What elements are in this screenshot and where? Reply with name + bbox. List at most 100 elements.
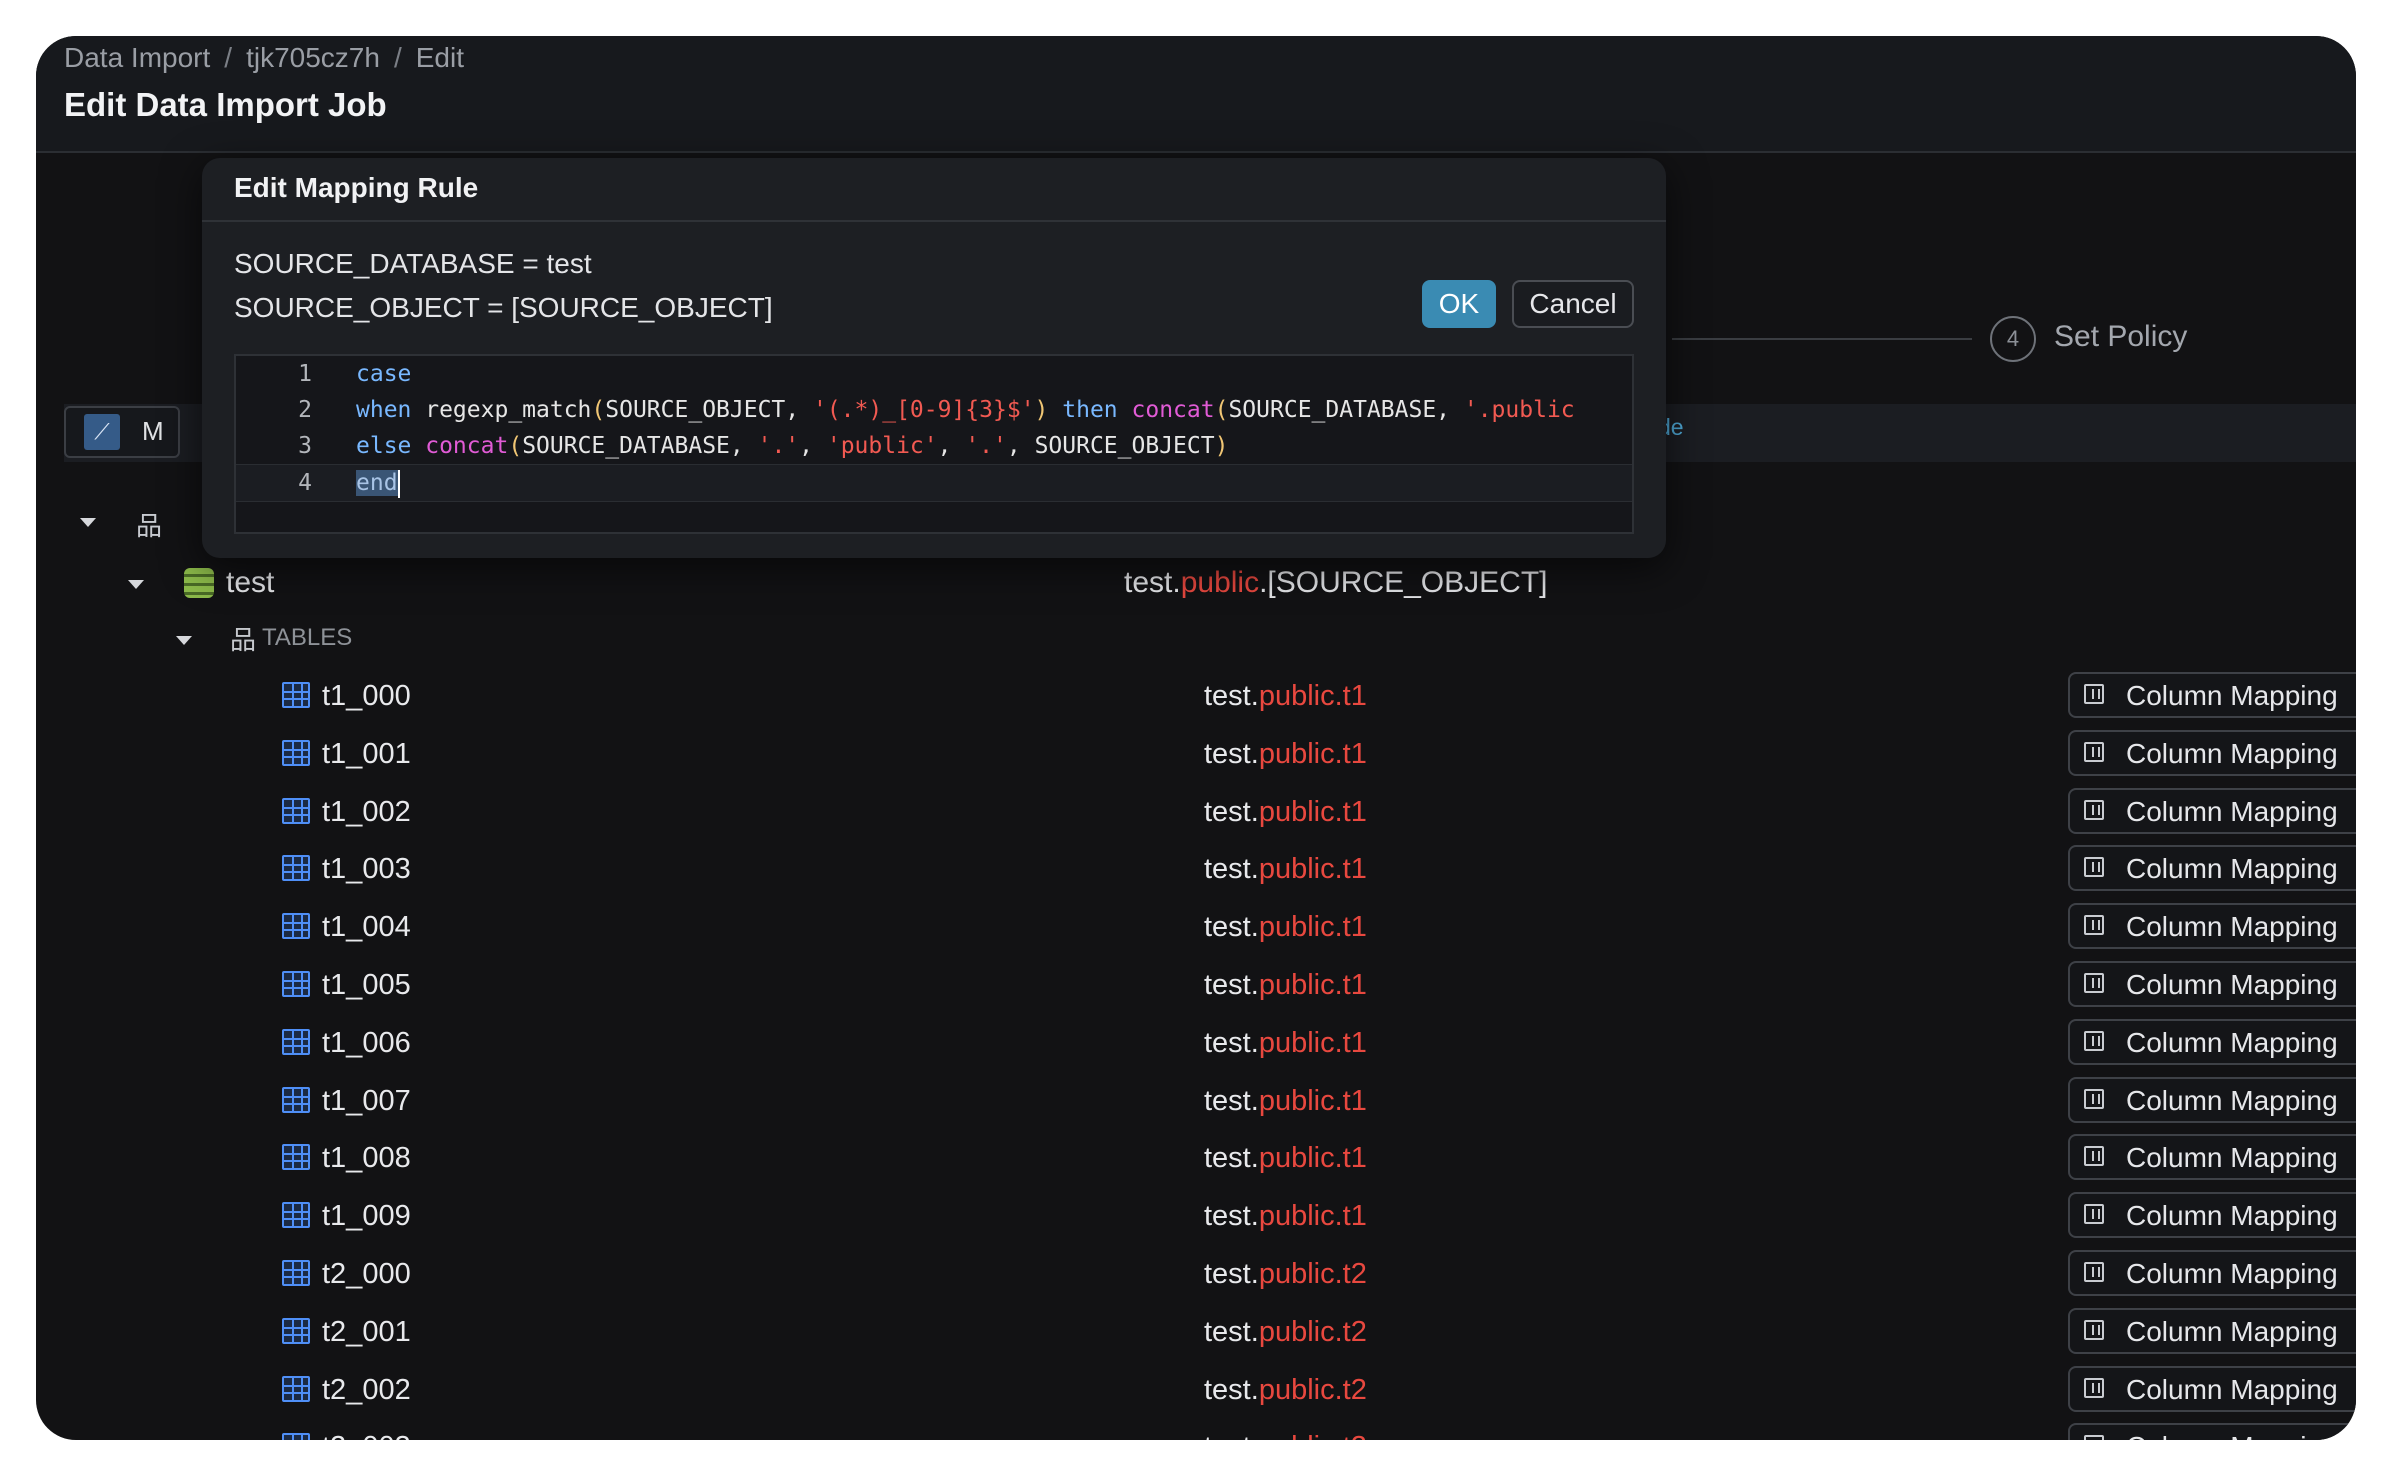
target-db: test. xyxy=(1204,1142,1259,1175)
column-mapping-button[interactable]: Column Mapping xyxy=(2068,1423,2356,1440)
column-mapping-button[interactable]: Column Mapping xyxy=(2068,1250,2356,1296)
tables-folder-row[interactable]: 品 TABLES xyxy=(36,612,2356,662)
column-mapping-icon xyxy=(2084,1146,2104,1167)
column-mapping-button[interactable]: Column Mapping xyxy=(2068,787,2356,834)
database-row[interactable]: test test.public.[SOURCE_OBJECT] xyxy=(36,558,2356,608)
app-window: Data Import / tjk705cz7h / Edit Edit Dat… xyxy=(36,36,2356,1440)
code-token: SOURCE_OBJECT, xyxy=(605,397,813,423)
column-mapping-icon xyxy=(2084,1030,2104,1051)
table-row[interactable]: t1_002 test.public.t1 Column Mapping xyxy=(36,784,2356,840)
mysql-source-label: M xyxy=(142,416,164,446)
table-row[interactable]: t2_002 test.public.t2 Column Mapping xyxy=(36,1362,2356,1418)
column-mapping-button[interactable]: Column Mapping xyxy=(2068,729,2356,776)
table-row[interactable]: t1_004 test.public.t1 Column Mapping xyxy=(36,899,2356,955)
column-mapping-icon xyxy=(2084,1088,2104,1109)
code-token: then xyxy=(1048,397,1118,423)
table-row[interactable]: t1_006 test.public.t1 Column Mapping xyxy=(36,1015,2356,1071)
hierarchy-icon: 品 xyxy=(136,511,163,541)
root-expand-caret[interactable] xyxy=(80,518,96,527)
column-mapping-label: Column Mapping xyxy=(2126,680,2338,711)
target-table: test.public.t2 xyxy=(1204,1258,1367,1291)
source-table-name: t1_004 xyxy=(322,911,411,944)
table-row[interactable]: t2_001 test.public.t2 Column Mapping xyxy=(36,1304,2356,1360)
column-mapping-button[interactable]: Column Mapping xyxy=(2068,672,2356,718)
breadcrumb-separator: / xyxy=(393,42,402,73)
column-mapping-button[interactable]: Column Mapping xyxy=(2068,1365,2356,1412)
target-db: test. xyxy=(1204,1315,1259,1348)
target-table: test.public.t1 xyxy=(1204,1085,1367,1118)
column-mapping-icon xyxy=(2084,1204,2104,1225)
column-mapping-button[interactable]: Column Mapping xyxy=(2068,1192,2356,1239)
column-mapping-button[interactable]: Column Mapping xyxy=(2068,1134,2356,1181)
code-token: '.' xyxy=(965,433,1007,459)
database-expand-caret[interactable] xyxy=(128,580,144,589)
step-4-label[interactable]: Set Policy xyxy=(2054,320,2187,354)
line-number: 4 xyxy=(298,470,312,496)
column-mapping-label: Column Mapping xyxy=(2126,1200,2338,1232)
line-number: 1 xyxy=(298,361,312,387)
code-token: ( xyxy=(1214,397,1229,423)
code-text: end xyxy=(356,465,400,501)
target-table-name: .t1 xyxy=(1334,911,1367,944)
column-mapping-icon xyxy=(2084,684,2104,704)
column-mapping-label: Column Mapping xyxy=(2126,795,2338,827)
column-mapping-label: Column Mapping xyxy=(2126,911,2338,943)
code-token: ( xyxy=(508,433,523,459)
table-icon xyxy=(282,855,310,882)
cancel-button[interactable]: Cancel xyxy=(1512,280,1634,328)
code-token: ) xyxy=(1214,433,1229,459)
target-schema: public xyxy=(1258,1315,1335,1348)
target-table-name: .t1 xyxy=(1334,1084,1367,1117)
source-table-name: t2_001 xyxy=(322,1315,411,1348)
source-object-variable: SOURCE_OBJECT = [SOURCE_OBJECT] xyxy=(234,292,773,323)
column-mapping-button[interactable]: Column Mapping xyxy=(2068,845,2356,892)
mapping-tree: 品 test test.public.[SOURCE_OBJECT] 品 TAB… xyxy=(36,462,2356,1440)
column-mapping-icon xyxy=(2084,973,2104,993)
mysql-source-button[interactable]: ⟋ M xyxy=(64,406,180,458)
table-row[interactable]: t2_003 test.public.t2 Column Mapping xyxy=(36,1419,2356,1440)
target-db: test. xyxy=(1204,1026,1259,1059)
column-mapping-label: Column Mapping xyxy=(2126,737,2338,769)
target-table: test.public.t1 xyxy=(1204,911,1367,944)
database-icon xyxy=(184,568,214,598)
table-row[interactable]: t1_003 test.public.t1 Column Mapping xyxy=(36,841,2356,897)
tables-label: TABLES xyxy=(262,624,353,651)
source-table-name: t1_005 xyxy=(322,969,411,1001)
code-token: '(.*)_[0-9]{3}$' xyxy=(812,397,1035,423)
ok-button[interactable]: OK xyxy=(1422,280,1496,328)
target-table: test.public.t1 xyxy=(1204,680,1367,713)
mysql-icon: ⟋ xyxy=(84,414,120,450)
source-table-name: t1_001 xyxy=(322,737,411,770)
source-table-name: t2_003 xyxy=(322,1431,411,1440)
column-mapping-button[interactable]: Column Mapping xyxy=(2068,903,2356,950)
mapping-rule-code-editor[interactable]: 1 case 2 when regexp_match(SOURCE_OBJECT… xyxy=(234,354,1634,534)
table-icon xyxy=(282,797,310,824)
table-row[interactable]: t1_001 test.public.t1 Column Mapping xyxy=(36,726,2356,782)
table-row[interactable]: t1_005 test.public.t1 Column Mapping xyxy=(36,957,2356,1013)
breadcrumb-job-id[interactable]: tjk705cz7h xyxy=(246,42,380,74)
code-token: '.' xyxy=(757,433,800,459)
step-4-number[interactable]: 4 xyxy=(1990,316,2036,362)
target-table: test.public.t2 xyxy=(1204,1316,1367,1349)
column-mapping-button[interactable]: Column Mapping xyxy=(2068,961,2356,1007)
column-mapping-button[interactable]: Column Mapping xyxy=(2068,1018,2356,1065)
target-db: test. xyxy=(1204,1258,1259,1290)
target-table-name: .t1 xyxy=(1334,1142,1367,1175)
column-mapping-label: Column Mapping xyxy=(2126,1084,2338,1116)
target-db: test. xyxy=(1204,737,1259,770)
target-db: test. xyxy=(1204,853,1259,886)
breadcrumb-data-import[interactable]: Data Import xyxy=(64,42,210,74)
table-row[interactable]: t1_007 test.public.t1 Column Mapping xyxy=(36,1073,2356,1129)
table-row[interactable]: t1_009 test.public.t1 Column Mapping xyxy=(36,1188,2356,1244)
column-mapping-button[interactable]: Column Mapping xyxy=(2068,1076,2356,1123)
table-icon xyxy=(282,1433,310,1440)
code-token: ( xyxy=(591,397,606,423)
table-row[interactable]: t2_000 test.public.t2 Column Mapping xyxy=(36,1246,2356,1302)
target-table: test.public.t1 xyxy=(1204,853,1367,886)
column-mapping-button[interactable]: Column Mapping xyxy=(2068,1307,2356,1354)
target-schema: public xyxy=(1258,1142,1335,1175)
source-table-name: t2_002 xyxy=(322,1373,411,1406)
tables-expand-caret[interactable] xyxy=(176,636,192,645)
table-row[interactable]: t1_000 test.public.t1 Column Mapping xyxy=(36,668,2356,724)
table-row[interactable]: t1_008 test.public.t1 Column Mapping xyxy=(36,1130,2356,1186)
